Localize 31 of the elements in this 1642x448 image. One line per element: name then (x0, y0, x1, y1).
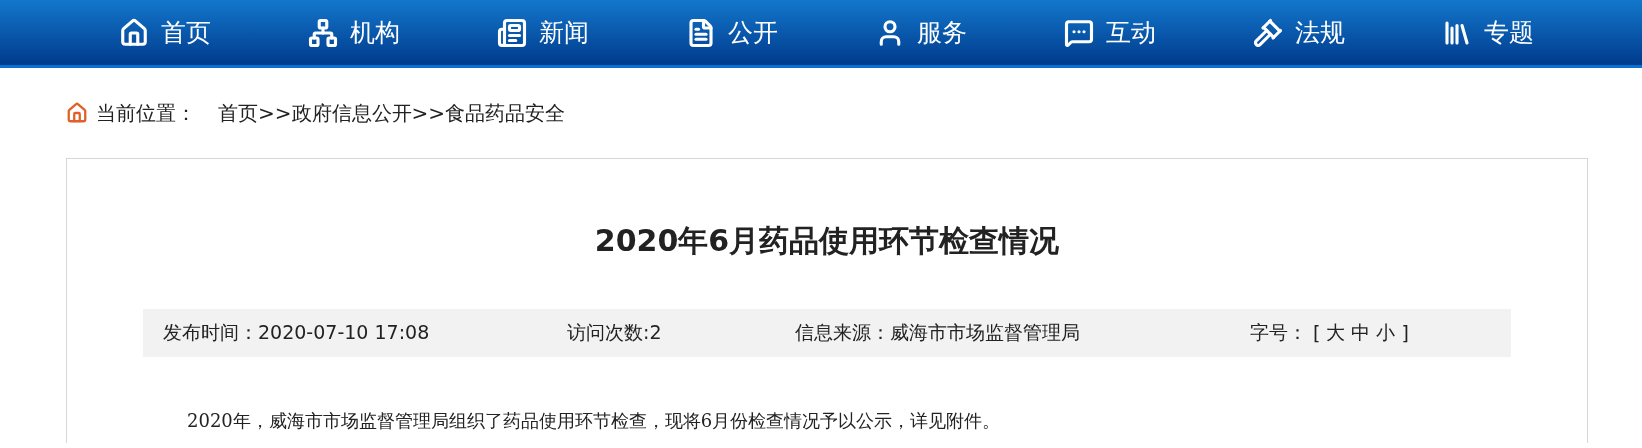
nav-link[interactable]: 机构 (259, 0, 448, 65)
article-body: 2020年，威海市市场监督管理局组织了药品使用环节检查，现将6月份检查情况予以公示，详见附件。 (187, 409, 1002, 433)
publish-time: 发布时间：2020-07-10 17:08 (163, 320, 431, 345)
font-size-link[interactable]: 大 (1326, 320, 1346, 346)
nav-link[interactable]: 专题 (1393, 0, 1582, 65)
nav-link[interactable]: 互动 (1015, 0, 1204, 65)
home-icon (66, 102, 88, 124)
bracket: [ (1313, 322, 1321, 344)
breadcrumb-link[interactable]: 首页 (218, 99, 258, 127)
nav-link[interactable]: 首页 (70, 0, 259, 65)
hierarchy-icon (307, 17, 338, 48)
home-icon (118, 17, 149, 48)
font-size-label: 字号： (1250, 320, 1307, 345)
breadcrumb-link[interactable]: 政府信息公开 (291, 99, 412, 127)
visit-count: 访问次数:2 (567, 320, 663, 345)
newspaper-icon (496, 17, 527, 48)
chat-icon (1063, 17, 1094, 48)
bracket: ] (1401, 322, 1409, 344)
nav-link[interactable]: 服务 (826, 0, 1015, 65)
font-size-link[interactable]: 中 (1351, 320, 1371, 346)
nav-link[interactable]: 公开 (637, 0, 826, 65)
breadcrumb-label: 当前位置： (96, 99, 196, 127)
article-title: 2020年6月药品使用环节检查情况 (593, 222, 1061, 260)
info-source: 信息来源：威海市市场监督管理局 (795, 320, 1081, 345)
breadcrumb-separator: >> (411, 101, 446, 125)
nav-link[interactable]: 法规 (1204, 0, 1393, 65)
font-size-link[interactable]: 小 (1376, 320, 1396, 346)
gavel-icon (1252, 17, 1283, 48)
breadcrumb-link[interactable]: 食品药品安全 (445, 99, 566, 127)
nav-link[interactable]: 新闻 (448, 0, 637, 65)
breadcrumb-separator: >> (258, 101, 292, 125)
